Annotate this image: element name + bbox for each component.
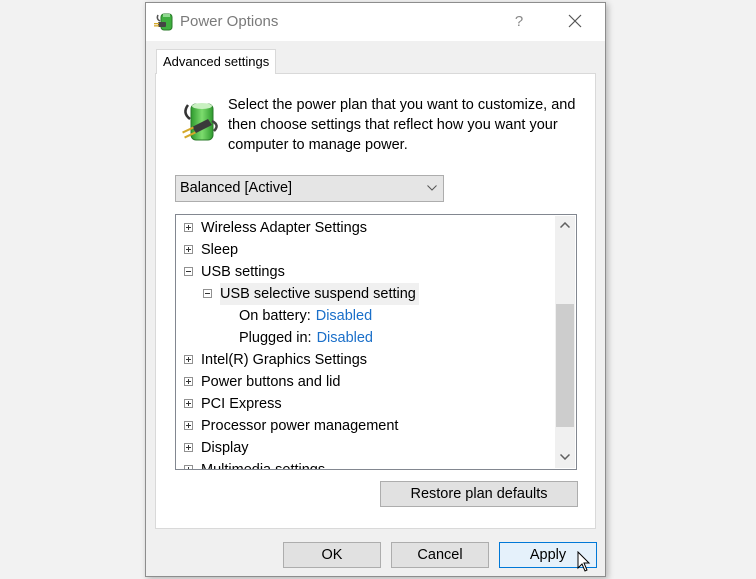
expand-icon[interactable] (184, 377, 193, 386)
help-button[interactable]: ? (504, 9, 534, 35)
power-plan-dropdown[interactable]: Balanced [Active] (175, 175, 444, 202)
expand-icon[interactable] (184, 421, 193, 430)
close-icon (568, 14, 582, 28)
on-battery-value-link[interactable]: Disabled (316, 308, 372, 324)
power-options-icon (154, 13, 173, 31)
window-title: Power Options (180, 13, 279, 30)
plugged-in-value-link[interactable]: Disabled (317, 330, 373, 346)
expand-icon[interactable] (184, 443, 193, 452)
chevron-down-icon (560, 454, 570, 460)
collapse-icon[interactable] (184, 267, 193, 276)
tree-item-on-battery[interactable]: On battery: Disabled (239, 305, 372, 327)
power-plan-value: Balanced [Active] (180, 180, 293, 196)
cancel-button[interactable]: Cancel (391, 542, 489, 568)
tree-scrollbar[interactable] (555, 216, 575, 468)
tab-advanced-settings[interactable]: Advanced settings (156, 49, 277, 74)
close-button[interactable] (558, 7, 594, 37)
chevron-up-icon (560, 222, 570, 228)
advanced-settings-panel: Select the power plan that you want to c… (155, 73, 596, 529)
scroll-thumb[interactable] (556, 304, 574, 427)
expand-icon[interactable] (184, 465, 193, 469)
apply-button[interactable]: Apply (499, 542, 597, 568)
scroll-down-button[interactable] (555, 448, 575, 468)
power-options-dialog: Power Options ? Advanced settings Select… (145, 2, 606, 577)
expand-icon[interactable] (184, 355, 193, 364)
expand-icon[interactable] (184, 245, 193, 254)
scroll-up-button[interactable] (555, 216, 575, 236)
expand-icon[interactable] (184, 223, 193, 232)
collapse-icon[interactable] (203, 289, 212, 298)
chevron-down-icon (427, 185, 437, 191)
plan-description: Select the power plan that you want to c… (228, 97, 576, 153)
expand-icon[interactable] (184, 399, 193, 408)
ok-button[interactable]: OK (283, 542, 381, 568)
battery-plug-icon (182, 103, 218, 141)
title-bar[interactable]: Power Options ? (146, 3, 605, 41)
tree-items: Wireless Adapter Settings Sleep USB sett… (176, 215, 555, 469)
tree-item-plugged-in[interactable]: Plugged in: Disabled (239, 327, 373, 349)
restore-plan-defaults-button[interactable]: Restore plan defaults (380, 481, 578, 507)
settings-tree[interactable]: Wireless Adapter Settings Sleep USB sett… (175, 214, 577, 470)
